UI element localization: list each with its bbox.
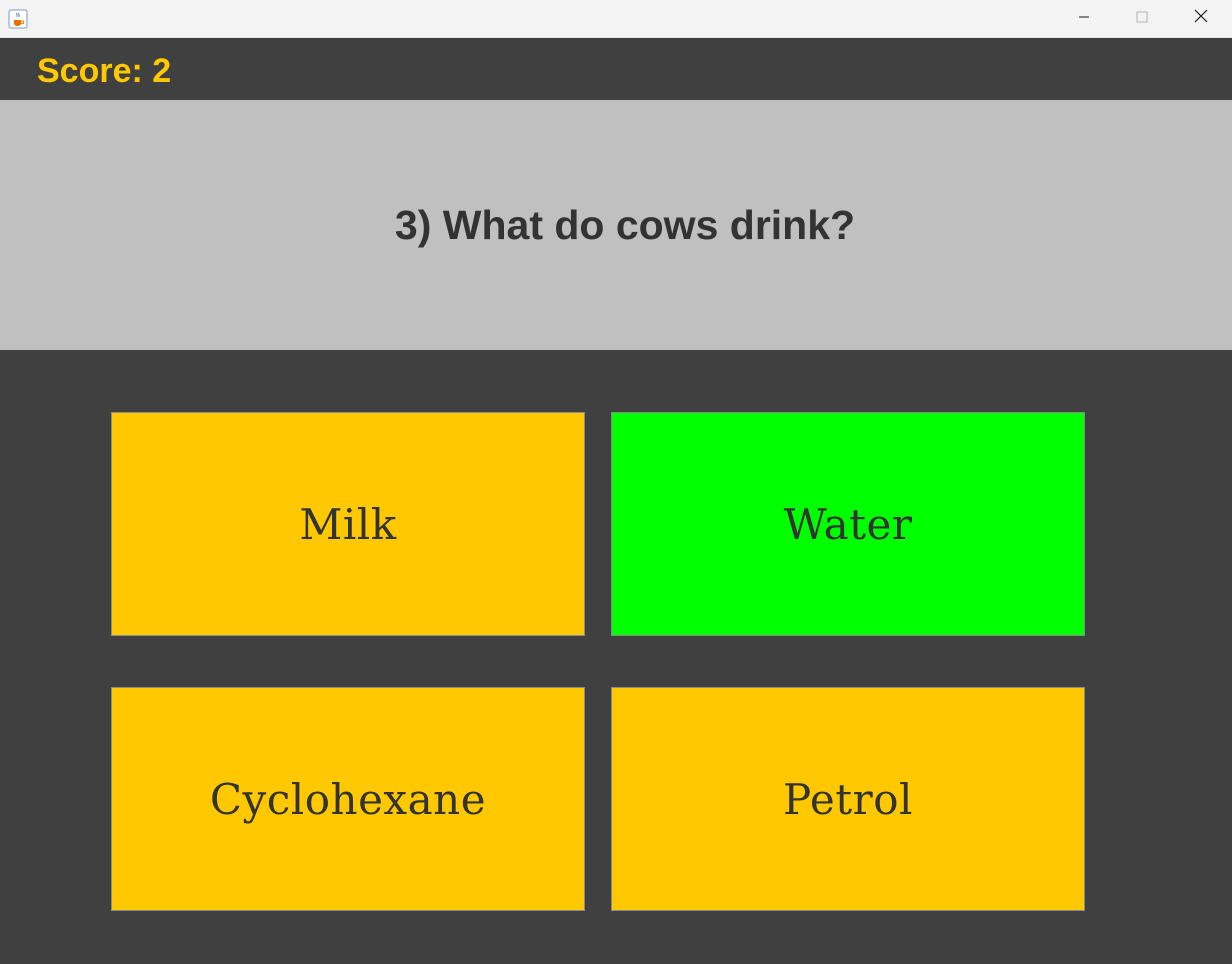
score-bar: Score: 2 [0, 38, 1232, 100]
answer-button-petrol[interactable]: Petrol [611, 687, 1085, 911]
answer-label: Petrol [783, 774, 913, 824]
close-button[interactable] [1172, 0, 1230, 37]
minimize-button[interactable] [1055, 0, 1113, 37]
quiz-window: Score: 2 3) What do cows drink? Milk Wat… [0, 0, 1232, 964]
maximize-button[interactable] [1113, 0, 1171, 37]
question-panel: 3) What do cows drink? [0, 100, 1232, 350]
answer-button-milk[interactable]: Milk [111, 412, 585, 636]
answer-button-cyclohexane[interactable]: Cyclohexane [111, 687, 585, 911]
close-icon [1194, 9, 1208, 28]
maximize-icon [1136, 10, 1148, 28]
score-label: Score: 2 [37, 52, 172, 90]
answer-label: Milk [299, 499, 397, 549]
question-text: 3) What do cows drink? [394, 201, 856, 248]
java-cup-icon [8, 9, 28, 29]
title-bar[interactable] [0, 0, 1232, 38]
minimize-icon [1078, 10, 1090, 28]
answer-button-water[interactable]: Water [611, 412, 1085, 636]
answer-label: Water [783, 499, 913, 549]
answer-label: Cyclohexane [209, 774, 487, 824]
